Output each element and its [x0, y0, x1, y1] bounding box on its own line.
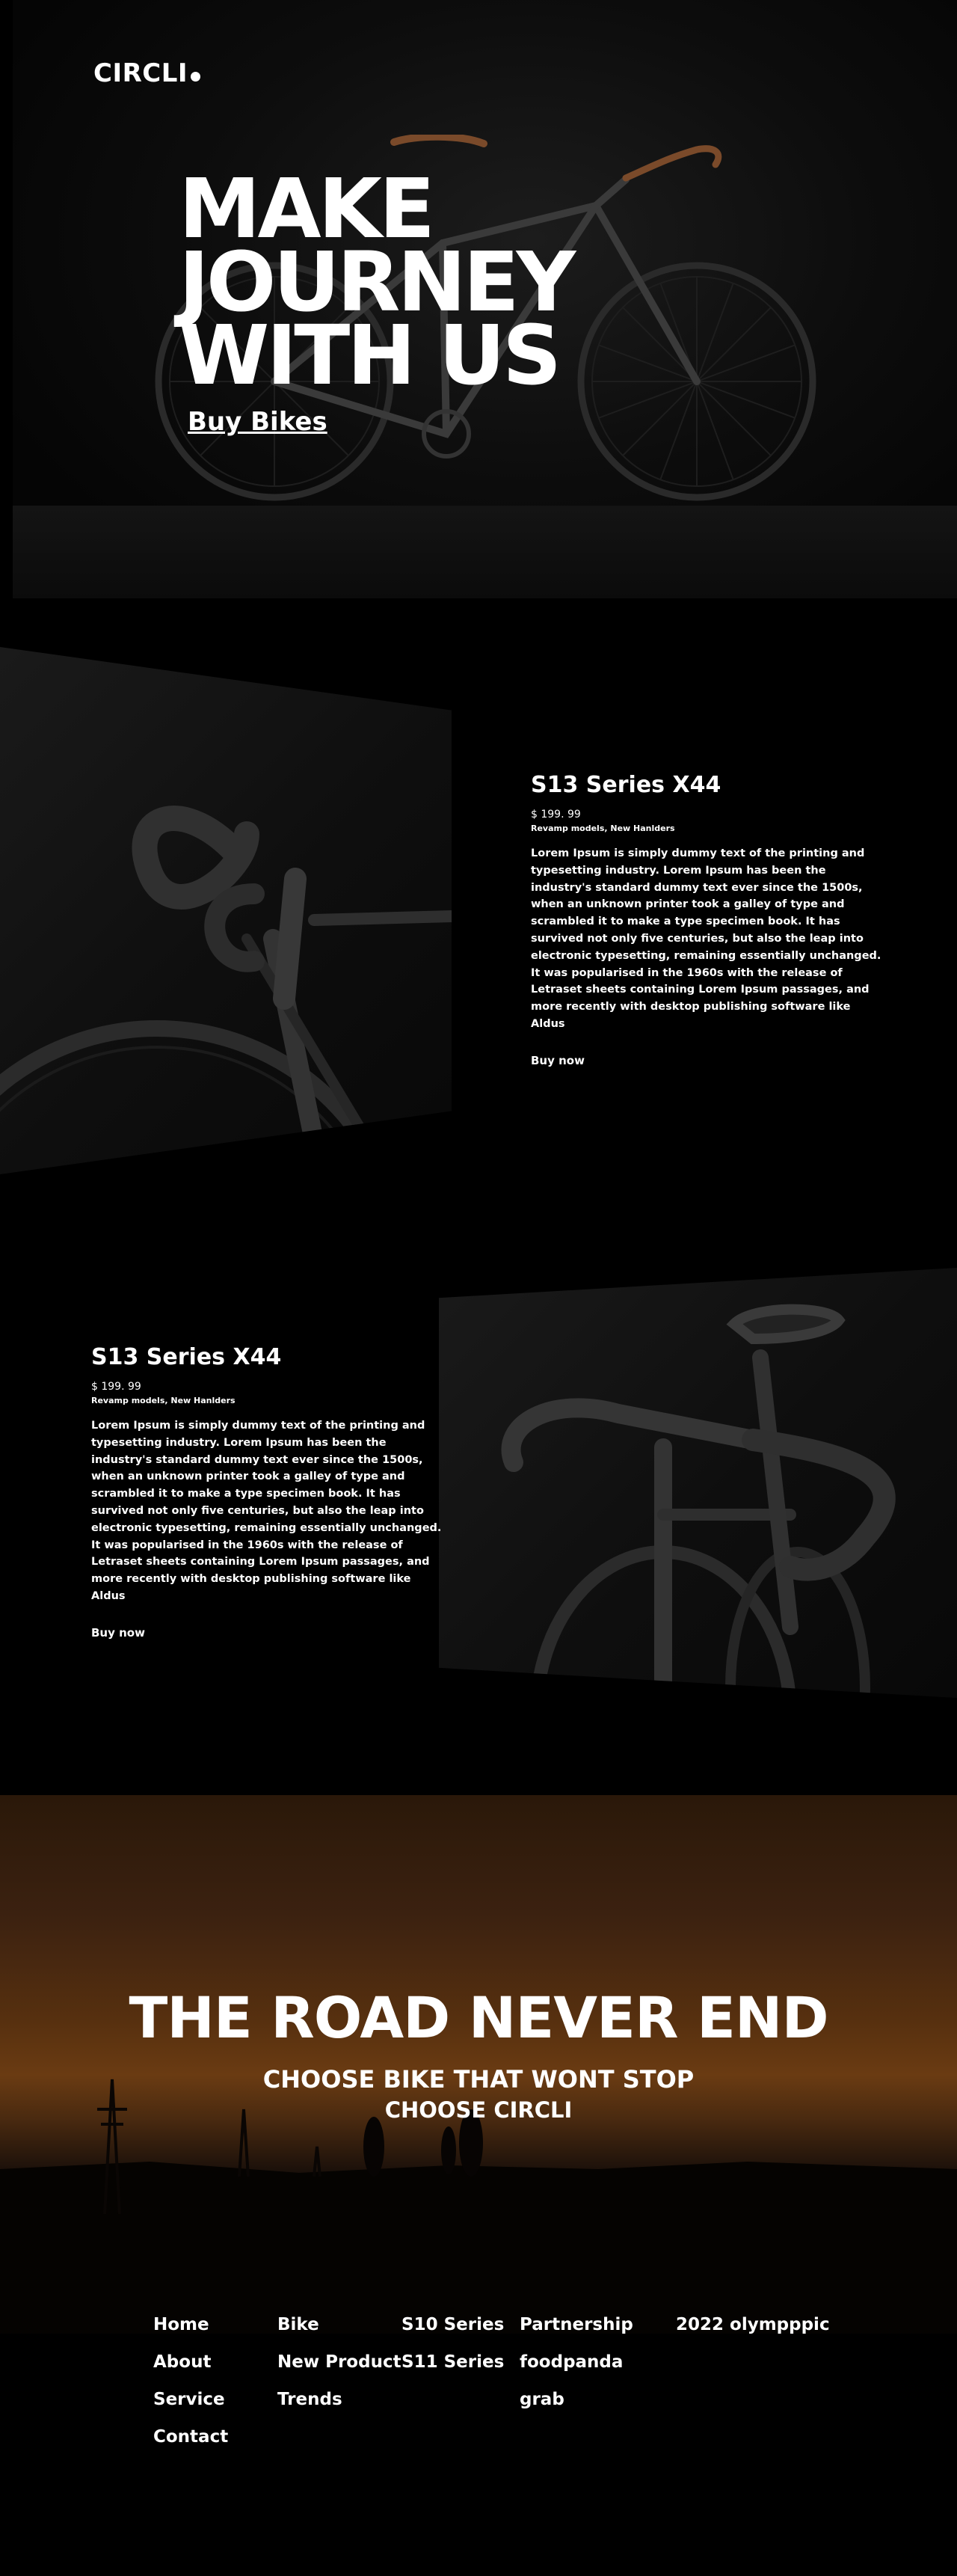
footer-link[interactable]: Contact [153, 2426, 228, 2463]
buy-now-button[interactable]: Buy now [531, 1054, 882, 1067]
footer-link[interactable]: Trends [277, 2388, 401, 2426]
buy-bikes-link[interactable]: Buy Bikes [188, 407, 327, 437]
footer-link[interactable]: foodpanda [520, 2351, 633, 2388]
footer-link[interactable]: 2022 olympppic [676, 2313, 830, 2351]
brand-logo[interactable]: CIRCLI [93, 58, 201, 88]
logo-dot [191, 72, 201, 82]
footer-link[interactable]: About [153, 2351, 228, 2388]
footer-column: 2022 olympppic [676, 2313, 830, 2351]
product-name: S13 Series X44 [91, 1344, 282, 1370]
product-subtitle: Revamp models, New Hanlders [91, 1396, 236, 1405]
product-card: S13 Series X44 $ 199. 99 Revamp models, … [531, 772, 882, 1067]
sunset-silhouette [0, 2079, 957, 2334]
footer-column: Bike New Product Trends [277, 2313, 401, 2426]
footer-link[interactable]: Partnership [520, 2313, 633, 2351]
footer-link[interactable]: Home [153, 2313, 228, 2351]
product-image-1 [0, 647, 452, 1174]
product-image-2 [439, 1268, 957, 1698]
hero-section: CIRCLI MAKE JOURNEY WITH US Buy Bikes [13, 0, 957, 598]
product-name: S13 Series X44 [531, 772, 721, 798]
buy-now-button[interactable]: Buy now [91, 1626, 443, 1640]
banner-title: THE ROAD NEVER END [129, 1984, 828, 2051]
footer-link[interactable]: Bike [277, 2313, 401, 2351]
footer-link[interactable]: S10 Series [401, 2313, 504, 2351]
hero-title: MAKE JOURNEY WITH US [179, 168, 576, 403]
footer-link[interactable]: grab [520, 2388, 633, 2426]
footer-column: Partnership foodpanda grab [520, 2313, 633, 2426]
product-subtitle: Revamp models, New Hanlders [531, 824, 675, 833]
hero-title-line: WITH US [179, 307, 561, 403]
product-price: $ 199. 99 [531, 809, 581, 821]
product-description: Lorem Ipsum is simply dummy text of the … [531, 847, 881, 1030]
footer-link[interactable]: S11 Series [401, 2351, 504, 2388]
banner-subtitle: CHOOSE BIKE THAT WONT STOP [262, 2065, 695, 2094]
sunset-banner: THE ROAD NEVER END CHOOSE BIKE THAT WONT… [0, 1795, 957, 2334]
product-description: Lorem Ipsum is simply dummy text of the … [91, 1420, 442, 1602]
footer-column: S10 Series S11 Series [401, 2313, 504, 2388]
banner-tagline: CHOOSE CIRCLI [384, 2097, 573, 2123]
product-price: $ 199. 99 [91, 1381, 141, 1393]
product-card: S13 Series X44 $ 199. 99 Revamp models, … [91, 1344, 443, 1640]
footer-column: Home About Service Contact [153, 2313, 228, 2463]
footer-link[interactable]: Service [153, 2388, 228, 2426]
footer-link[interactable]: New Product [277, 2351, 401, 2388]
